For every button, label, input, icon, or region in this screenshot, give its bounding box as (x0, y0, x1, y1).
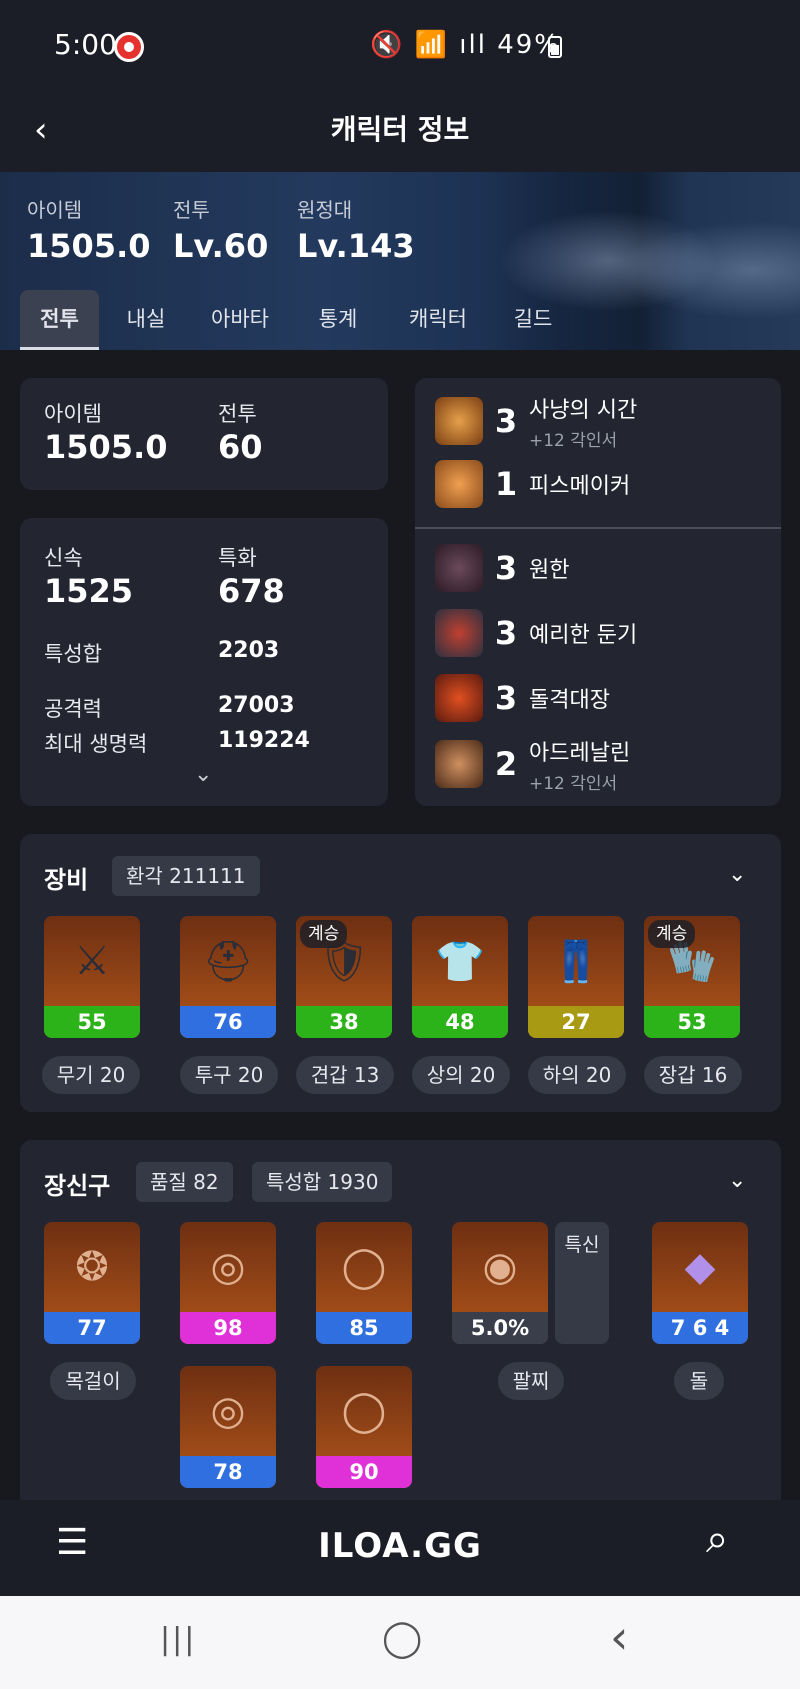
accessory-ring-1[interactable]: ◯ 85 (316, 1222, 412, 1344)
equipment-helmet[interactable]: ⛑ 76 (180, 916, 276, 1038)
summary-item-value: 1505.0 (44, 428, 168, 466)
grudge-icon (435, 544, 483, 592)
swift-label: 신속 (44, 546, 83, 570)
system-back-icon[interactable]: ‹ (610, 1610, 628, 1664)
stats-card: 신속 1525 특화 678 특성합 2203 공격력 27003 최대 생명력… (20, 518, 388, 806)
ring-icon: ◯ (341, 1388, 387, 1434)
hero-combat-level: 전투 Lv.60 (173, 198, 269, 265)
accessory-necklace[interactable]: ❂ 77 (44, 1222, 140, 1344)
stone-label: 돌 (674, 1362, 724, 1400)
bracelet-label: 팔찌 (498, 1362, 564, 1400)
engraving-row[interactable]: 3 예리한 둔기 (435, 607, 637, 659)
pants-icon: 👖 (551, 938, 601, 985)
system-nav-bar: ||| ◯ ‹ (0, 1596, 800, 1689)
atk-label: 공격력 (44, 697, 102, 721)
battery-icon (548, 36, 562, 58)
engraving-row[interactable]: 3 사냥의 시간 +12 각인서 (435, 395, 637, 451)
summary-item-label: 아이템 (44, 402, 102, 426)
ring-icon: ◯ (341, 1244, 387, 1290)
equipment-pants[interactable]: 👖 27 (528, 916, 624, 1038)
weapon-label: 무기 20 (42, 1056, 140, 1094)
recents-icon[interactable]: ||| (160, 1622, 196, 1657)
expand-chevron-icon[interactable]: ⌄ (194, 762, 212, 787)
summary-card: 아이템 1505.0 전투 60 (20, 378, 388, 490)
chest-label: 상의 20 (412, 1056, 510, 1094)
site-logo[interactable]: ILOA.GG (0, 1526, 800, 1566)
sum-label: 특성합 (44, 642, 102, 666)
bracelet-icon: ◉ (482, 1244, 518, 1290)
engraving-row[interactable]: 3 원한 (435, 542, 569, 594)
helmet-label: 투구 20 (180, 1056, 278, 1094)
status-bar: 5:00 🔇 📶 ıll 49% (0, 0, 800, 90)
equipment-gloves[interactable]: 🧤 계승 53 (644, 916, 740, 1038)
atk-value: 27003 (218, 693, 295, 718)
hp-label: 최대 생명력 (44, 732, 148, 756)
hero-item-level: 아이템 1505.0 (27, 198, 151, 265)
summary-combat-value: 60 (218, 428, 263, 466)
chest-icon: 👕 (435, 938, 485, 985)
gloves-label: 장갑 16 (644, 1056, 742, 1094)
hp-value: 119224 (218, 728, 310, 753)
equipment-weapon[interactable]: ⚔ 55 (44, 916, 140, 1038)
peacemaker-icon (435, 460, 483, 508)
necklace-label: 목걸이 (50, 1362, 136, 1400)
spec-label: 특화 (218, 546, 257, 570)
necklace-icon: ❂ (75, 1244, 109, 1290)
accessories-title: 장신구 (44, 1172, 111, 1200)
equipment-chevron-icon[interactable]: ⌄ (728, 862, 746, 887)
bottom-nav: ☰ ILOA.GG ⌕ (0, 1500, 800, 1596)
engravings-card: 3 사냥의 시간 +12 각인서 1 피스메이커 3 원한 3 예리한 둔기 3 … (415, 378, 781, 806)
sum-value: 2203 (218, 638, 280, 663)
status-icons: 🔇 📶 ıll 49% (370, 30, 562, 60)
accessory-ring-2[interactable]: ◯ 90 (316, 1366, 412, 1488)
accessory-earring-2[interactable]: ◎ 78 (180, 1366, 276, 1488)
hero-expedition-level: 원정대 Lv.143 (297, 198, 415, 265)
earring-icon: ◎ (210, 1388, 246, 1434)
accessory-earring-1[interactable]: ◎ 98 (180, 1222, 276, 1344)
succession-tag: 계승 (648, 920, 696, 948)
pants-label: 하의 20 (528, 1056, 626, 1094)
equipment-shoulder[interactable]: 🛡 계승 38 (296, 916, 392, 1038)
search-icon[interactable]: ⌕ (706, 1516, 728, 1562)
tab-avatar[interactable]: 아바타 (195, 290, 285, 350)
tab-stats[interactable]: 통계 (300, 290, 376, 350)
hunting-time-icon (435, 397, 483, 445)
ability-stone-icon: ◆ (684, 1244, 716, 1290)
app-header: ‹ 캐릭터 정보 (0, 90, 800, 172)
status-time: 5:00 (54, 28, 117, 61)
bracelet-effect-tag: 특신 (555, 1222, 609, 1344)
equipment-chest[interactable]: 👕 48 (412, 916, 508, 1038)
tab-combat[interactable]: 전투 (20, 290, 99, 350)
shoulder-label: 견갑 13 (296, 1056, 394, 1094)
tab-inner[interactable]: 내실 (112, 290, 180, 350)
tab-character[interactable]: 캐릭터 (390, 290, 486, 350)
keen-blunt-icon (435, 609, 483, 657)
recording-icon (114, 32, 144, 62)
page-title: 캐릭터 정보 (330, 113, 470, 146)
equipment-elixir-pill: 환각 211111 (112, 856, 260, 896)
engraving-row[interactable]: 3 돌격대장 (435, 672, 610, 724)
accessories-chevron-icon[interactable]: ⌄ (728, 1168, 746, 1193)
equipment-title: 장비 (44, 866, 89, 894)
accessories-card: 장신구 품질 82 특성합 1930 ⌄ ❂ 77 ◎ 98 ◯ 85 ◉ 5.… (20, 1140, 781, 1500)
accessories-quality-pill: 품질 82 (136, 1162, 233, 1202)
summary-combat-label: 전투 (218, 402, 257, 426)
accessory-ability-stone[interactable]: ◆ 7 6 4 (652, 1222, 748, 1344)
accessory-bracelet[interactable]: ◉ 5.0% (452, 1222, 548, 1344)
spec-value: 678 (218, 572, 285, 610)
equipment-card: 장비 환각 211111 ⌄ ⚔ 55 ⛑ 76 🛡 계승 38 👕 48 👖 … (20, 834, 781, 1112)
adrenaline-icon (435, 740, 483, 788)
engraving-row[interactable]: 2 아드레날린 +12 각인서 (435, 738, 630, 794)
earring-icon: ◎ (210, 1244, 246, 1290)
accessories-stat-pill: 특성합 1930 (252, 1162, 393, 1202)
succession-tag: 계승 (300, 920, 348, 948)
helmet-icon: ⛑ (202, 938, 254, 985)
engraving-row[interactable]: 1 피스메이커 (435, 458, 630, 510)
swift-value: 1525 (44, 572, 134, 610)
raid-captain-icon (435, 674, 483, 722)
weapon-icon: ⚔ (74, 938, 110, 984)
tab-guild[interactable]: 길드 (498, 290, 568, 350)
engraving-divider (415, 527, 781, 529)
home-icon[interactable]: ◯ (382, 1618, 422, 1659)
